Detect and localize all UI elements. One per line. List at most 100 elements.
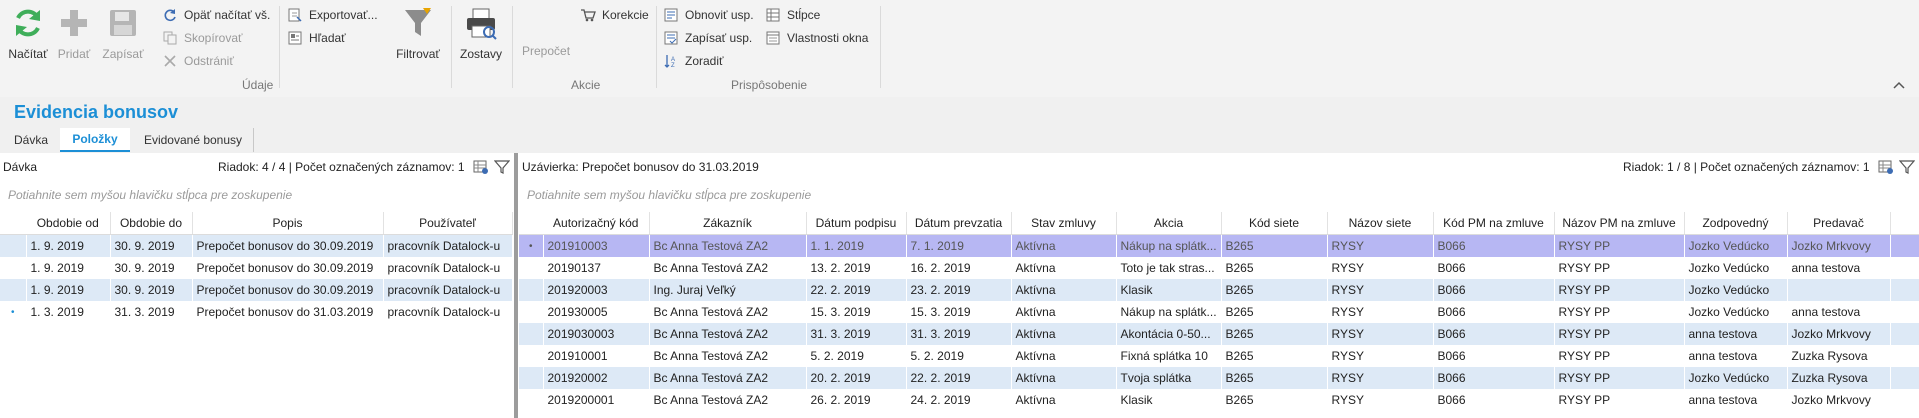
- table-cell[interactable]: 201930005: [543, 301, 649, 323]
- chevron-up-icon[interactable]: [1893, 80, 1905, 90]
- table-cell[interactable]: RYSY: [1327, 367, 1433, 389]
- column-header[interactable]: Stav zmluvy: [1011, 212, 1117, 235]
- column-header[interactable]: Obdobie do: [110, 212, 193, 235]
- export-button[interactable]: Exportovať...: [287, 5, 378, 25]
- table-cell[interactable]: 26. 2. 2019: [806, 389, 906, 411]
- row-indicator[interactable]: •: [0, 301, 26, 323]
- table-row[interactable]: • 1. 3. 2019 31. 3. 2019 Prepočet bonusov d…: [0, 301, 512, 323]
- table-cell[interactable]: 24. 2. 2019: [906, 389, 1011, 411]
- table-cell[interactable]: 5. 2. 2019: [906, 345, 1011, 367]
- table-cell[interactable]: 1. 9. 2019: [26, 279, 110, 301]
- table-cell[interactable]: 20. 2. 2019: [806, 367, 906, 389]
- table-cell[interactable]: Nákup na splátk...: [1116, 301, 1221, 323]
- table-cell[interactable]: RYSY PP: [1554, 279, 1684, 301]
- column-header[interactable]: Dátum prevzatia: [906, 212, 1012, 235]
- table-cell[interactable]: anna testova: [1787, 301, 1890, 323]
- find-button[interactable]: Hľadať: [287, 28, 346, 48]
- table-cell[interactable]: RYSY PP: [1554, 367, 1684, 389]
- remove-button[interactable]: Odstrániť: [162, 51, 234, 71]
- corrections-button[interactable]: Korekcie: [580, 5, 649, 25]
- table-cell[interactable]: 1. 9. 2019: [26, 234, 110, 257]
- table-cell[interactable]: pracovník Datalock-u: [383, 301, 512, 323]
- row-indicator[interactable]: [0, 234, 26, 257]
- table-cell[interactable]: Aktívna: [1011, 367, 1116, 389]
- table-cell[interactable]: RYSY: [1327, 257, 1433, 279]
- save-button[interactable]: Zapísať: [101, 2, 145, 62]
- table-row[interactable]: 1. 9. 2019 30. 9. 2019 Prepočet bonusov do…: [0, 234, 512, 257]
- table-cell[interactable]: pracovník Datalock-u: [383, 279, 512, 301]
- grid-settings-icon[interactable]: [473, 159, 489, 175]
- table-cell[interactable]: RYSY: [1327, 323, 1433, 345]
- table-cell[interactable]: Klasik: [1116, 279, 1221, 301]
- table-cell[interactable]: Jozko Mrkvovy: [1787, 234, 1890, 257]
- table-cell[interactable]: B265: [1221, 279, 1327, 301]
- table-cell[interactable]: 201910001: [543, 345, 649, 367]
- filter-icon[interactable]: [494, 159, 510, 175]
- row-indicator[interactable]: [519, 323, 543, 345]
- table-cell[interactable]: RYSY PP: [1554, 301, 1684, 323]
- filter-icon[interactable]: [1899, 159, 1915, 175]
- table-cell[interactable]: Aktívna: [1011, 323, 1116, 345]
- column-header[interactable]: Akcia: [1116, 212, 1222, 235]
- table-cell[interactable]: Bc Anna Testová ZA2: [649, 389, 806, 411]
- column-header[interactable]: Kód PM na zmluve: [1433, 212, 1555, 235]
- table-cell[interactable]: Prepočet bonusov do 30.09.2019: [192, 257, 383, 279]
- table-cell[interactable]: Jozko Vedúcko: [1684, 234, 1787, 257]
- copy-button[interactable]: Skopírovať: [162, 28, 243, 48]
- table-cell[interactable]: B265: [1221, 323, 1327, 345]
- table-row[interactable]: 20190137 Bc Anna Testová ZA2 13. 2. 2019 16…: [519, 257, 1919, 279]
- table-cell[interactable]: [1787, 279, 1890, 301]
- table-cell[interactable]: Jozko Vedúcko: [1684, 301, 1787, 323]
- column-header[interactable]: Dátum podpisu: [806, 212, 907, 235]
- table-cell[interactable]: Tvoja splátka: [1116, 367, 1221, 389]
- table-row[interactable]: • 201910003 Bc Anna Testová ZA2 1. 1. 2019 7…: [519, 234, 1919, 257]
- table-cell[interactable]: 201910003: [543, 234, 649, 257]
- table-cell[interactable]: Bc Anna Testová ZA2: [649, 367, 806, 389]
- table-cell[interactable]: 23. 2. 2019: [906, 279, 1011, 301]
- table-cell[interactable]: 31. 3. 2019: [906, 323, 1011, 345]
- reports-button[interactable]: Zostavy: [457, 2, 505, 62]
- table-row[interactable]: 201910001 Bc Anna Testová ZA2 5. 2. 2019 5.…: [519, 345, 1919, 367]
- table-cell[interactable]: 30. 9. 2019: [110, 234, 192, 257]
- column-header[interactable]: Popis: [192, 212, 384, 235]
- filter-button[interactable]: Filtrovať: [393, 2, 443, 62]
- row-indicator[interactable]: [519, 301, 543, 323]
- table-cell[interactable]: Klasik: [1116, 389, 1221, 411]
- table-cell[interactable]: B066: [1433, 257, 1554, 279]
- table-cell[interactable]: B066: [1433, 323, 1554, 345]
- row-indicator[interactable]: [519, 279, 543, 301]
- table-cell[interactable]: Jozko Vedúcko: [1684, 257, 1787, 279]
- panel-splitter[interactable]: [514, 153, 518, 418]
- table-cell[interactable]: 31. 3. 2019: [806, 323, 906, 345]
- table-cell[interactable]: anna testova: [1684, 389, 1787, 411]
- table-cell[interactable]: B265: [1221, 367, 1327, 389]
- table-cell[interactable]: pracovník Datalock-u: [383, 234, 512, 257]
- table-cell[interactable]: RYSY: [1327, 279, 1433, 301]
- table-cell[interactable]: Aktívna: [1011, 345, 1116, 367]
- table-cell[interactable]: B265: [1221, 301, 1327, 323]
- column-header[interactable]: Zákazník: [649, 212, 807, 235]
- row-indicator[interactable]: [519, 345, 543, 367]
- table-cell[interactable]: B265: [1221, 257, 1327, 279]
- refresh-layout-button[interactable]: Obnoviť usp.: [663, 5, 754, 25]
- table-cell[interactable]: Aktívna: [1011, 279, 1116, 301]
- table-cell[interactable]: 16. 2. 2019: [906, 257, 1011, 279]
- column-header[interactable]: Obdobie od: [26, 212, 111, 235]
- table-cell[interactable]: RYSY: [1327, 389, 1433, 411]
- row-indicator[interactable]: [0, 257, 26, 279]
- tab-items[interactable]: Položky: [60, 128, 130, 152]
- table-cell[interactable]: 15. 3. 2019: [906, 301, 1011, 323]
- grid-settings-icon[interactable]: [1878, 159, 1894, 175]
- window-properties-button[interactable]: Vlastnosti okna: [765, 28, 868, 48]
- row-indicator[interactable]: •: [519, 234, 543, 257]
- table-cell[interactable]: 2019030003: [543, 323, 649, 345]
- table-cell[interactable]: Zuzka Rysova: [1787, 367, 1890, 389]
- table-cell[interactable]: Bc Anna Testová ZA2: [649, 234, 806, 257]
- table-cell[interactable]: RYSY PP: [1554, 323, 1684, 345]
- table-cell[interactable]: Akontácia 0-50...: [1116, 323, 1221, 345]
- table-cell[interactable]: 2019200001: [543, 389, 649, 411]
- table-cell[interactable]: 31. 3. 2019: [110, 301, 192, 323]
- table-cell[interactable]: 1. 9. 2019: [26, 257, 110, 279]
- table-cell[interactable]: Prepočet bonusov do 30.09.2019: [192, 279, 383, 301]
- row-indicator[interactable]: [519, 367, 543, 389]
